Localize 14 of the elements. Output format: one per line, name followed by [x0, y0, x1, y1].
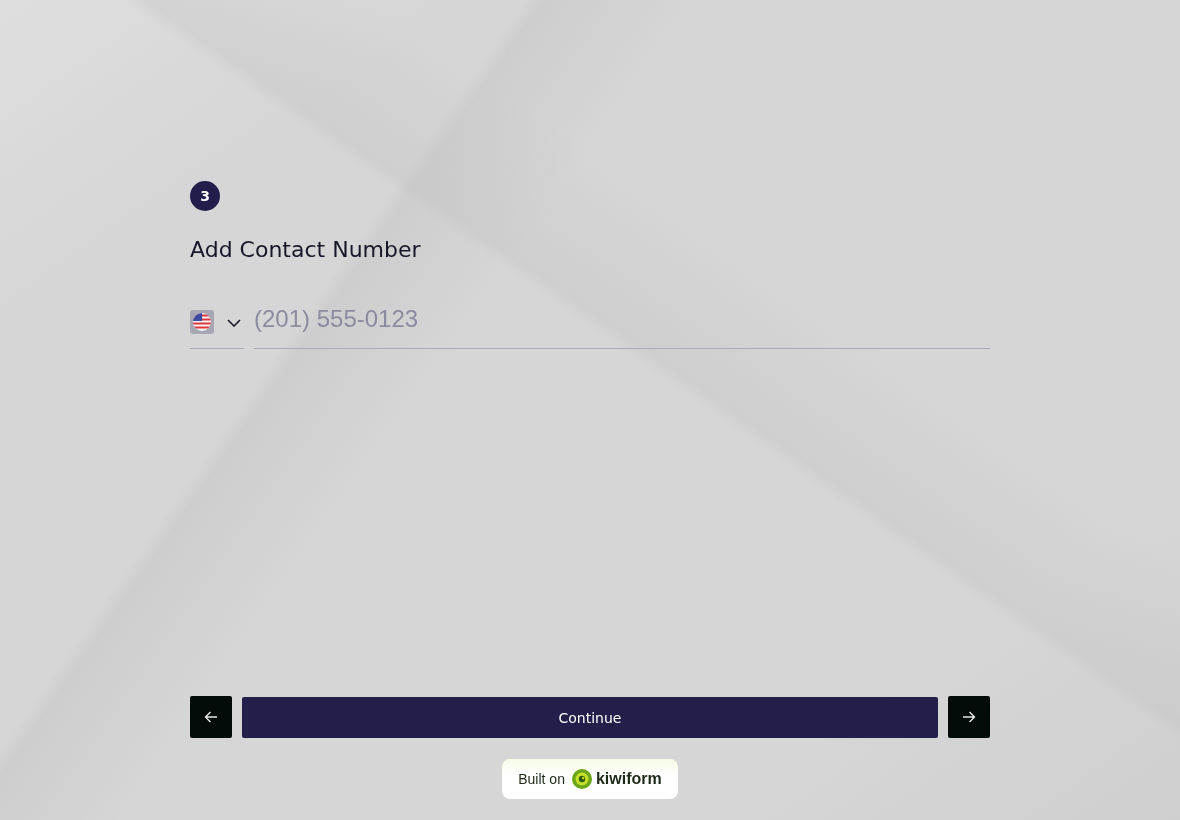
phone-input[interactable]: (201) 555-0123 — [254, 299, 990, 349]
arrow-left-icon — [204, 711, 218, 723]
back-button[interactable] — [190, 696, 232, 738]
ring-logo-icon — [571, 769, 592, 789]
built-on-label: Built on — [518, 771, 565, 787]
flag-icon — [190, 310, 214, 334]
chevron-down-icon — [227, 319, 241, 327]
step-number-badge: 3 — [190, 181, 220, 211]
brand-name: kiwiform — [595, 770, 662, 788]
built-on-badge[interactable]: Built on kiwiform — [502, 759, 678, 799]
question-title: Add Contact Number — [190, 236, 421, 264]
continue-button[interactable]: Continue — [242, 697, 938, 738]
next-button[interactable] — [948, 696, 990, 738]
arrow-right-icon — [962, 711, 976, 723]
